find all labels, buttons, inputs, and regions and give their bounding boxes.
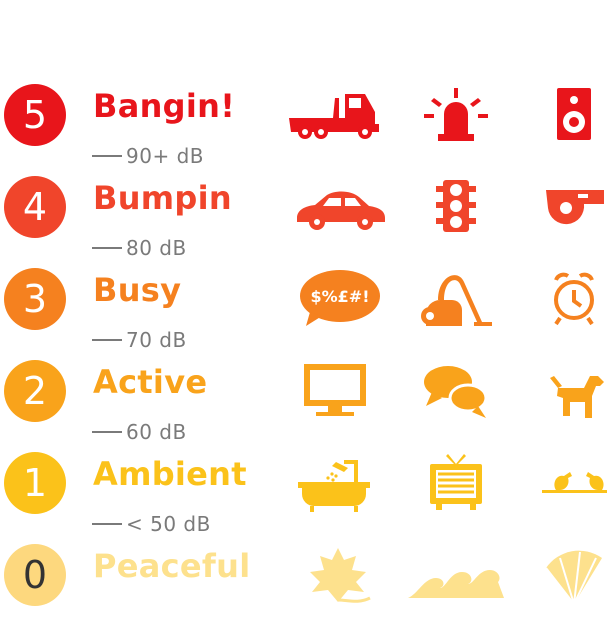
level-number-badge: 5: [4, 84, 66, 146]
db-value: 70 dB: [126, 328, 187, 352]
level-name: Peaceful: [93, 547, 251, 585]
level-name: Bangin!: [93, 87, 236, 125]
db-label: 70 dB: [92, 328, 187, 352]
level-number-badge: 4: [4, 176, 66, 238]
siren-icon: [408, 84, 504, 144]
level-4-row: 4 Bumpin 80 dB: [0, 176, 607, 268]
level-number-badge: 0: [4, 544, 66, 606]
level-number-badge: 3: [4, 268, 66, 330]
traffic-light-icon: [408, 176, 504, 236]
swearing-bubble-icon: $%£#!: [292, 268, 388, 328]
chat-bubbles-icon: [408, 360, 504, 420]
vacuum-cleaner-icon: [408, 268, 504, 328]
db-value: 90+ dB: [126, 144, 204, 168]
level-3-row: 3 Busy 70 dB $%£#!: [0, 268, 607, 360]
level-2-row: 2 Active 60 dB: [0, 360, 607, 452]
level-name: Ambient: [93, 455, 247, 493]
truck-icon: [287, 84, 383, 144]
level-name: Bumpin: [93, 179, 232, 217]
level-1-row: 1 Ambient < 50 dB: [0, 452, 607, 544]
bubble-text: $%£#!: [311, 287, 370, 306]
db-value: < 50 dB: [126, 512, 211, 536]
television-icon: [408, 452, 504, 512]
waves-icon: [408, 544, 504, 604]
car-icon: [293, 176, 389, 236]
db-value: 80 dB: [126, 236, 187, 260]
level-number-badge: 1: [4, 452, 66, 514]
level-name: Active: [93, 363, 208, 401]
db-label: 80 dB: [92, 236, 187, 260]
db-label: 60 dB: [92, 420, 187, 444]
whistle-icon: [526, 176, 607, 236]
fan-icon: [526, 544, 607, 605]
db-value: 60 dB: [126, 420, 187, 444]
level-0-row: 0 Peaceful: [0, 544, 607, 636]
leaf-icon: [290, 544, 386, 604]
level-number-badge: 2: [4, 360, 66, 422]
birds-on-wire-icon: [526, 452, 607, 512]
shower-bathtub-icon: [288, 452, 384, 512]
alarm-clock-icon: [526, 268, 607, 328]
speaker-icon: [526, 84, 607, 144]
level-5-row: 5 Bangin! 90+ dB: [0, 84, 607, 176]
db-label: 90+ dB: [92, 144, 204, 168]
monitor-icon: [286, 360, 382, 420]
level-name: Busy: [93, 271, 182, 309]
dog-icon: [526, 360, 607, 420]
db-label: < 50 dB: [92, 512, 211, 536]
